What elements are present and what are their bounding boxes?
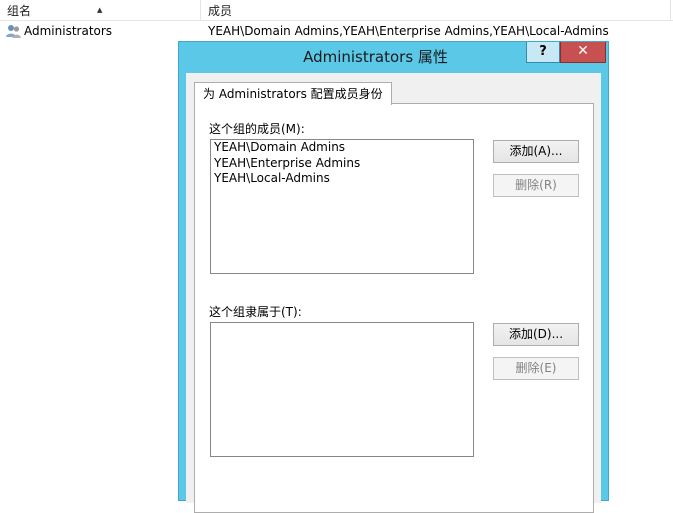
list-header: 组名 ▲ 成员 [0, 0, 673, 21]
help-button[interactable]: ? [526, 42, 560, 63]
column-header-members[interactable]: 成员 [201, 0, 671, 20]
list-item[interactable]: YEAH\Domain Admins [211, 140, 473, 156]
member-of-listbox[interactable] [210, 322, 474, 457]
dialog-client-area: 为 Administrators 配置成员身份 这个组的成员(M): YEAH\… [186, 73, 601, 513]
members-listbox[interactable]: YEAH\Domain Admins YEAH\Enterprise Admin… [210, 139, 474, 274]
list-item[interactable]: YEAH\Enterprise Admins [211, 156, 473, 172]
sort-ascending-icon: ▲ [97, 6, 103, 14]
column-header-name-label: 组名 [7, 4, 32, 18]
table-row[interactable]: Administrators YEAH\Domain Admins,YEAH\E… [0, 21, 673, 41]
title-bar[interactable]: Administrators 属性 ? ✕ [179, 42, 608, 73]
remove-member-of-button[interactable]: 删除(E) [493, 357, 579, 380]
add-member-of-button[interactable]: 添加(D)... [493, 323, 579, 346]
group-users-icon [6, 25, 21, 38]
column-header-members-label: 成员 [208, 4, 233, 18]
member-of-label: 这个组隶属于(T): [209, 305, 302, 319]
column-header-name[interactable]: 组名 ▲ [0, 0, 201, 20]
close-button[interactable]: ✕ [560, 42, 606, 63]
members-label: 这个组的成员(M): [209, 122, 305, 136]
add-member-button[interactable]: 添加(A)... [493, 140, 579, 163]
list-item[interactable]: YEAH\Local-Admins [211, 171, 473, 187]
tab-page: 这个组的成员(M): YEAH\Domain Admins YEAH\Enter… [194, 103, 594, 513]
group-name-cell: Administrators [24, 24, 113, 38]
properties-dialog: Administrators 属性 ? ✕ 为 Administrators 配… [178, 41, 609, 513]
group-members-cell: YEAH\Domain Admins,YEAH\Enterprise Admin… [208, 24, 609, 38]
remove-member-button[interactable]: 删除(R) [493, 174, 579, 197]
tab-member-of-config[interactable]: 为 Administrators 配置成员身份 [194, 82, 392, 105]
